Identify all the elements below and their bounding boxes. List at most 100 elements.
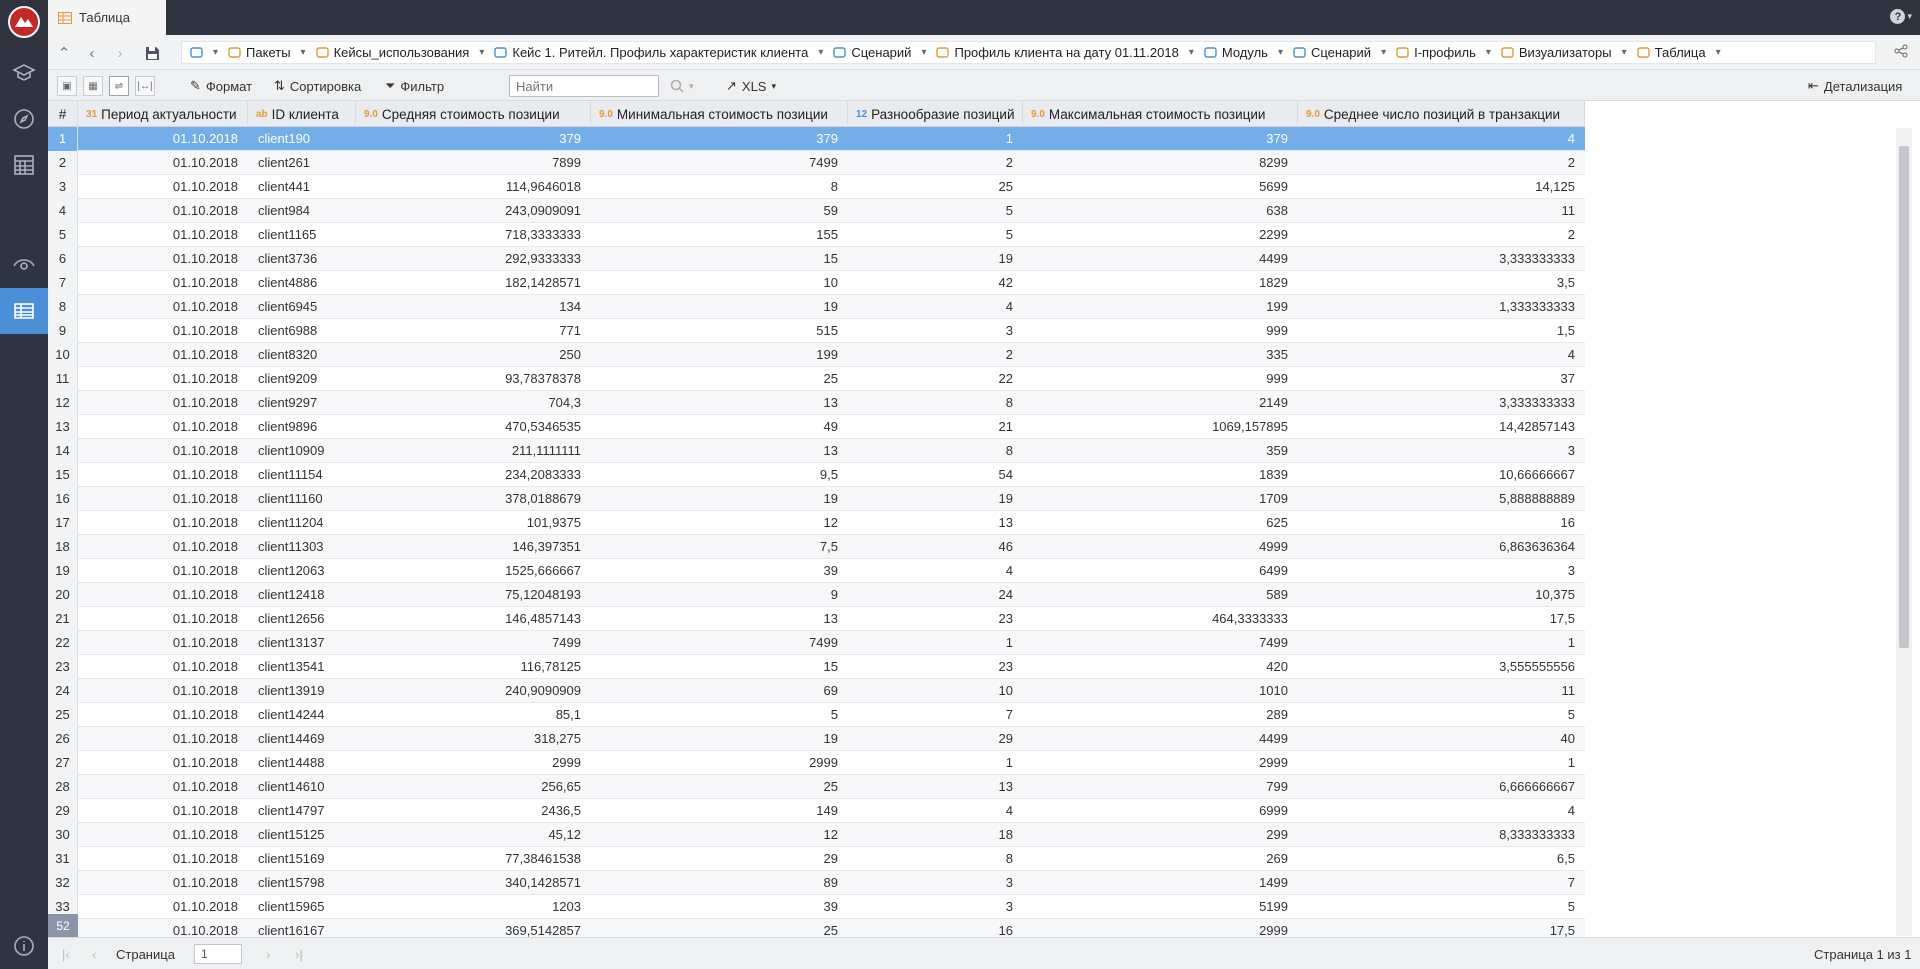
table-cell[interactable]: 13	[591, 391, 848, 415]
table-cell[interactable]: 7899	[356, 151, 591, 175]
table-cell[interactable]: 5	[591, 703, 848, 727]
table-cell[interactable]: 11	[1298, 199, 1585, 223]
save-button[interactable]	[142, 43, 162, 63]
back-button[interactable]: ‹	[82, 43, 102, 63]
table-cell[interactable]: 464,3333333	[1023, 607, 1298, 631]
table-cell[interactable]: 359	[1023, 439, 1298, 463]
table-row[interactable]: 19 01.10.2018 client12063 1525,666667 39 4 649…	[48, 559, 1585, 583]
table-cell[interactable]: client15798	[248, 871, 356, 895]
table-cell[interactable]: client11303	[248, 535, 356, 559]
table-cell[interactable]: 7499	[356, 631, 591, 655]
table-cell[interactable]: 2999	[356, 751, 591, 775]
table-cell[interactable]: 4	[1298, 343, 1585, 367]
table-row[interactable]: 21 01.10.2018 client12656 146,4857143 13 23 46…	[48, 607, 1585, 631]
table-cell[interactable]: 85,1	[356, 703, 591, 727]
table-cell[interactable]: 340,1428571	[356, 871, 591, 895]
table-row[interactable]: 1 01.10.2018 client190 379 379 1 379 4	[48, 127, 1585, 151]
table-cell[interactable]: 470,5346535	[356, 415, 591, 439]
table-cell[interactable]: 1709	[1023, 487, 1298, 511]
search-button[interactable]: ▾	[670, 75, 694, 97]
table-cell[interactable]: 01.10.2018	[78, 679, 248, 703]
table-cell[interactable]: 10	[591, 271, 848, 295]
table-cell[interactable]: 1,333333333	[1298, 295, 1585, 319]
breadcrumb-item[interactable]: Модуль ▾	[1204, 45, 1293, 60]
table-cell[interactable]: 89	[591, 871, 848, 895]
table-row[interactable]: 29 01.10.2018 client14797 2436,5 149 4 6999 4	[48, 799, 1585, 823]
filter-button[interactable]: ⏷ Фильтр	[385, 75, 444, 97]
table-cell[interactable]: 3,333333333	[1298, 247, 1585, 271]
table-cell[interactable]: client9209	[248, 367, 356, 391]
column-header[interactable]: 12 Разнообразие позиций	[848, 101, 1023, 127]
table-cell[interactable]: 299	[1023, 823, 1298, 847]
column-header[interactable]: 9.0 Средняя стоимость позиции	[356, 101, 591, 127]
table-cell[interactable]: 01.10.2018	[78, 223, 248, 247]
table-cell[interactable]: 3	[848, 895, 1023, 919]
table-cell[interactable]: 256,65	[356, 775, 591, 799]
table-cell[interactable]: 12	[591, 823, 848, 847]
table-cell[interactable]: 101,9375	[356, 511, 591, 535]
table-cell[interactable]: 01.10.2018	[78, 511, 248, 535]
table-row[interactable]: 20 01.10.2018 client12418 75,12048193 9 24 589…	[48, 583, 1585, 607]
table-cell[interactable]: 335	[1023, 343, 1298, 367]
table-cell[interactable]: 01.10.2018	[78, 655, 248, 679]
table-row[interactable]: 22 01.10.2018 client13137 7499 7499 1 7499 1	[48, 631, 1585, 655]
table-cell[interactable]: 240,9090909	[356, 679, 591, 703]
table-cell[interactable]: 19	[591, 487, 848, 511]
table-row[interactable]: 8 01.10.2018 client6945 134 19 4 199 1,33333333…	[48, 295, 1585, 319]
table-cell[interactable]: 3	[848, 871, 1023, 895]
chevron-down-icon[interactable]: ▾	[213, 47, 218, 58]
table-cell[interactable]: client13919	[248, 679, 356, 703]
calculator-icon[interactable]	[0, 142, 48, 188]
first-page-button[interactable]: |‹	[62, 944, 70, 964]
table-cell[interactable]: client9896	[248, 415, 356, 439]
column-header[interactable]: 9.0 Среднее число позиций в транзакции	[1298, 101, 1585, 127]
table-cell[interactable]: 17,5	[1298, 919, 1585, 937]
table-cell[interactable]: 2999	[1023, 919, 1298, 937]
help-button[interactable]: ? ▾	[1890, 9, 1912, 24]
table-cell[interactable]: 01.10.2018	[78, 703, 248, 727]
up-button[interactable]: ⌃	[54, 43, 74, 63]
table-cell[interactable]: 01.10.2018	[78, 295, 248, 319]
table-cell[interactable]: 6,863636364	[1298, 535, 1585, 559]
table-cell[interactable]: client11204	[248, 511, 356, 535]
table-cell[interactable]: client12656	[248, 607, 356, 631]
table-cell[interactable]: client14797	[248, 799, 356, 823]
table-row[interactable]: 3 01.10.2018 client441 114,9646018 8 25 5699 14…	[48, 175, 1585, 199]
table-cell[interactable]: 4999	[1023, 535, 1298, 559]
table-cell[interactable]: client12063	[248, 559, 356, 583]
table-cell[interactable]: 4	[848, 295, 1023, 319]
table-cell[interactable]: 7499	[1023, 631, 1298, 655]
table-cell[interactable]: 01.10.2018	[78, 247, 248, 271]
table-cell[interactable]: 01.10.2018	[78, 919, 248, 937]
table-cell[interactable]: 420	[1023, 655, 1298, 679]
table-cell[interactable]: 2299	[1023, 223, 1298, 247]
table-row[interactable]: 32 01.10.2018 client15798 340,1428571 89 3 149…	[48, 871, 1585, 895]
table-cell[interactable]: 49	[591, 415, 848, 439]
table-cell[interactable]: 211,1111111	[356, 439, 591, 463]
table-cell[interactable]: 01.10.2018	[78, 487, 248, 511]
table-row[interactable]: 25 01.10.2018 client14244 85,1 5 7 289 5	[48, 703, 1585, 727]
table-cell[interactable]: 54	[848, 463, 1023, 487]
table-cell[interactable]: 3,333333333	[1298, 391, 1585, 415]
table-cell[interactable]: 1829	[1023, 271, 1298, 295]
table-cell[interactable]: client14488	[248, 751, 356, 775]
table-row[interactable]: 28 01.10.2018 client14610 256,65 25 13 799 6,66…	[48, 775, 1585, 799]
table-row[interactable]: 24 01.10.2018 client13919 240,9090909 69 10 10…	[48, 679, 1585, 703]
tab-table[interactable]: Таблица	[48, 0, 166, 35]
table-cell[interactable]: 2	[1298, 223, 1585, 247]
breadcrumb-item[interactable]: Сценарий ▾	[833, 45, 936, 60]
table-cell[interactable]: 14,125	[1298, 175, 1585, 199]
table-cell[interactable]: client3736	[248, 247, 356, 271]
chevron-down-icon[interactable]: ▾	[1381, 47, 1386, 58]
table-cell[interactable]: 7499	[591, 151, 848, 175]
table-cell[interactable]: client14610	[248, 775, 356, 799]
table-cell[interactable]: 59	[591, 199, 848, 223]
table-cell[interactable]: 5699	[1023, 175, 1298, 199]
share-icon[interactable]	[1894, 44, 1908, 61]
table-cell[interactable]: 5	[848, 199, 1023, 223]
table-cell[interactable]: 1839	[1023, 463, 1298, 487]
next-page-button[interactable]: ›	[266, 944, 270, 964]
table-cell[interactable]: 01.10.2018	[78, 343, 248, 367]
table-cell[interactable]: client441	[248, 175, 356, 199]
chevron-down-icon[interactable]: ▾	[1189, 47, 1194, 58]
